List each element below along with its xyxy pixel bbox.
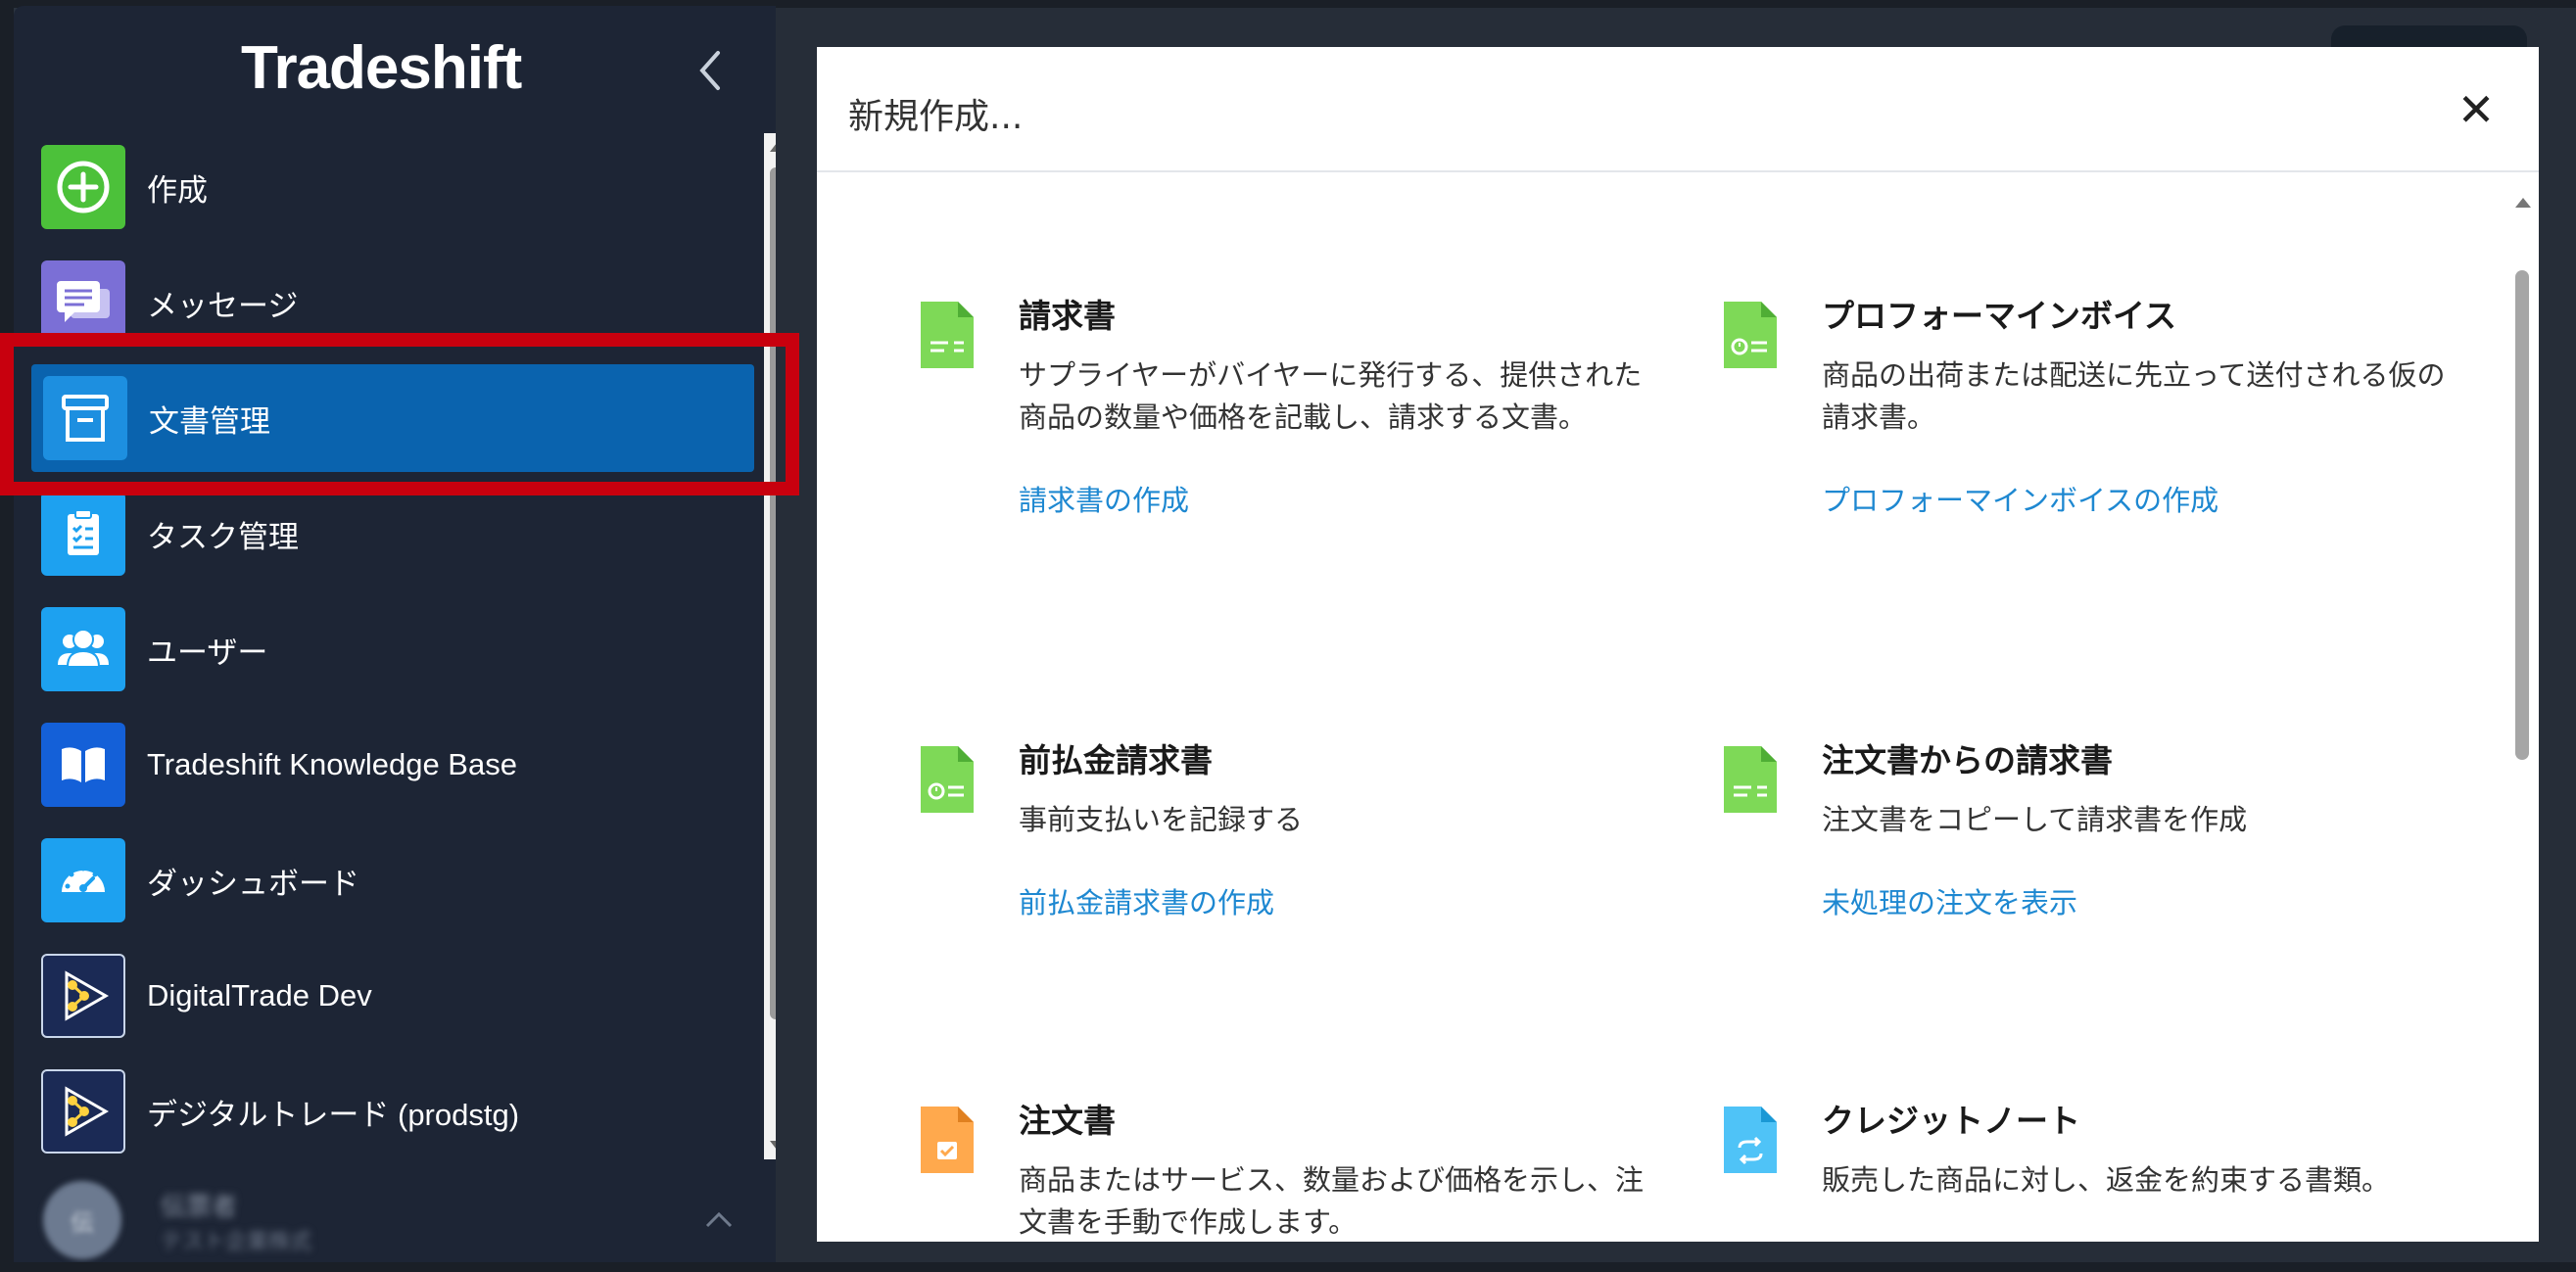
card-description: 事前支払いを記録する bbox=[1019, 803, 1304, 836]
po-invoice-doc-icon bbox=[1724, 746, 1777, 813]
card-prepayment-invoice: 前払金請求書 事前支払いを記録する 前払金請求書の作成 bbox=[921, 738, 1646, 921]
scrollbar-thumb[interactable] bbox=[2515, 270, 2529, 760]
sidebar: Tradeshift 作成 メッセージ 文書管理 タスク管理 ユーザー Trad… bbox=[14, 6, 776, 1262]
chevron-up-icon bbox=[705, 1211, 733, 1228]
card-invoice-from-po: 注文書からの請求書 注文書をコピーして請求書を作成 未処理の注文を表示 bbox=[1724, 738, 2449, 921]
sidebar-item-users[interactable]: ユーザー bbox=[24, 595, 752, 703]
view-open-orders-link[interactable]: 未処理の注文を表示 bbox=[1822, 880, 2077, 921]
prepayment-doc-icon bbox=[921, 746, 974, 813]
proforma-doc-icon bbox=[1724, 302, 1777, 368]
workflow-icon bbox=[41, 1069, 125, 1154]
sidebar-item-label: Tradeshift Knowledge Base bbox=[147, 747, 517, 781]
sidebar-item-document-management[interactable]: 文書管理 bbox=[31, 364, 754, 472]
sidebar-item-knowledge-base[interactable]: Tradeshift Knowledge Base bbox=[24, 711, 752, 819]
book-icon bbox=[41, 723, 125, 807]
sidebar-item-label: 作成 bbox=[147, 172, 208, 208]
sidebar-item-label: タスク管理 bbox=[147, 519, 299, 554]
sidebar-item-messages[interactable]: メッセージ bbox=[24, 249, 752, 356]
sidebar-item-label: 文書管理 bbox=[149, 403, 270, 439]
avatar: 伝 bbox=[43, 1181, 121, 1259]
modal-header: 新規作成... ✕ bbox=[817, 47, 2539, 172]
messages-icon bbox=[41, 260, 125, 345]
card-purchase-order: 注文書 商品またはサービス、数量および価格を示し、注文書を手動で作成します。 bbox=[921, 1099, 1646, 1242]
sidebar-item-create[interactable]: 作成 bbox=[24, 133, 752, 241]
user-organization: テスト企業株式 bbox=[161, 1230, 312, 1254]
create-prepayment-invoice-link[interactable]: 前払金請求書の作成 bbox=[1019, 880, 1274, 921]
order-doc-icon bbox=[921, 1107, 974, 1173]
modal-title: 新規作成... bbox=[848, 97, 1024, 137]
tradeshift-logo: Tradeshift bbox=[241, 34, 522, 102]
card-title: 前払金請求書 bbox=[1019, 741, 1213, 779]
sidebar-item-label: メッセージ bbox=[147, 288, 299, 323]
credit-note-doc-icon bbox=[1724, 1107, 1777, 1173]
sidebar-item-digitaltrade-dev[interactable]: DigitalTrade Dev bbox=[24, 942, 752, 1050]
chevron-left-icon bbox=[699, 51, 720, 90]
card-invoice: 請求書 サプライヤーがバイヤーに発行する、提供された商品の数量や価格を記載し、請… bbox=[921, 294, 1646, 519]
card-title: プロフォーマインボイス bbox=[1822, 297, 2177, 335]
sidebar-item-digitaltrade-prodstg[interactable]: デジタルトレード (prodstg) bbox=[24, 1058, 752, 1165]
sidebar-item-label: ダッシュボード bbox=[147, 866, 359, 901]
card-proforma-invoice: プロフォーマインボイス 商品の出荷または配送に先立って送付される仮の請求書。 プ… bbox=[1724, 294, 2449, 519]
scroll-up-arrow-icon[interactable] bbox=[770, 143, 776, 152]
scrollbar-thumb[interactable] bbox=[770, 167, 776, 1019]
sidebar-item-dashboard[interactable]: ダッシュボード bbox=[24, 826, 752, 934]
create-invoice-link[interactable]: 請求書の作成 bbox=[1019, 478, 1189, 519]
scroll-up-arrow-icon[interactable] bbox=[2515, 198, 2531, 208]
plus-circle-icon bbox=[41, 145, 125, 229]
card-credit-note: クレジットノート 販売した商品に対し、返金を約束する書類。 bbox=[1724, 1099, 2449, 1201]
file-cabinet-icon bbox=[43, 376, 127, 460]
sidebar-item-label: デジタルトレード (prodstg) bbox=[147, 1097, 520, 1132]
sidebar-item-label: ユーザー bbox=[147, 635, 268, 670]
sidebar-scrollbar[interactable] bbox=[764, 133, 776, 1159]
scroll-down-arrow-icon[interactable] bbox=[770, 1141, 776, 1150]
card-description: 商品またはサービス、数量および価格を示し、注文書を手動で作成します。 bbox=[1019, 1163, 1645, 1239]
speedometer-icon bbox=[41, 838, 125, 922]
card-description: 注文書をコピーして請求書を作成 bbox=[1822, 803, 2248, 836]
card-description: 商品の出荷または配送に先立って送付される仮の請求書。 bbox=[1822, 358, 2446, 434]
window-frame-bottom bbox=[0, 1262, 2576, 1272]
user-name: 伝票者 bbox=[161, 1193, 238, 1222]
workflow-icon bbox=[41, 954, 125, 1038]
window-frame-left bbox=[0, 0, 14, 1272]
user-menu-expand-button[interactable] bbox=[699, 1201, 739, 1240]
sidebar-item-label: DigitalTrade Dev bbox=[147, 978, 372, 1013]
card-title: クレジットノート bbox=[1822, 1102, 2080, 1140]
invoice-doc-icon bbox=[921, 302, 974, 368]
modal-scrollbar[interactable] bbox=[2509, 184, 2535, 1242]
close-icon[interactable]: ✕ bbox=[2449, 82, 2504, 137]
clipboard-checklist-icon bbox=[41, 492, 125, 576]
card-description: 販売した商品に対し、返金を約束する書類。 bbox=[1822, 1163, 2391, 1197]
create-new-modal: 新規作成... ✕ 請求書 サプライヤーがバイヤーに発行する、提供された商品の数… bbox=[817, 47, 2539, 1242]
card-title: 注文書 bbox=[1019, 1102, 1116, 1140]
sidebar-collapse-button[interactable] bbox=[690, 45, 729, 96]
sidebar-item-task-management[interactable]: タスク管理 bbox=[24, 480, 752, 588]
user-profile[interactable]: 伝 伝票者 テスト企業株式 bbox=[14, 1161, 776, 1262]
create-proforma-invoice-link[interactable]: プロフォーマインボイスの作成 bbox=[1822, 478, 2218, 519]
card-title: 注文書からの請求書 bbox=[1822, 741, 2113, 779]
card-description: サプライヤーがバイヤーに発行する、提供された商品の数量や価格を記載し、請求する文… bbox=[1019, 358, 1643, 434]
card-title: 請求書 bbox=[1019, 297, 1116, 335]
users-icon bbox=[41, 607, 125, 691]
